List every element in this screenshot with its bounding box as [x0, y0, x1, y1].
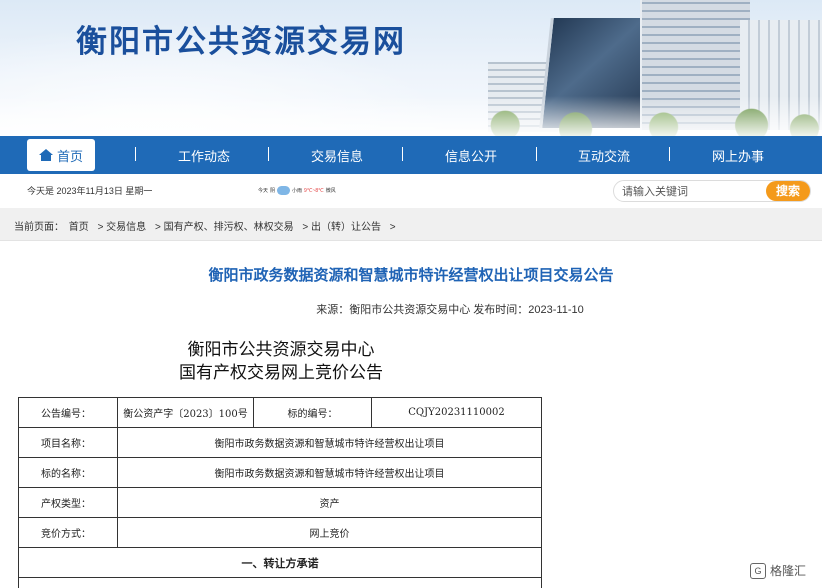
site-title: 衡阳市公共资源交易网 [76, 24, 406, 60]
nav-separator [669, 147, 670, 161]
breadcrumb-bar: 当前页面： 首页 > 交易信息 > 国有产权、排污权、林权交易 > 出（转）让公… [0, 208, 822, 241]
watermark: G 格隆汇 [746, 560, 811, 581]
table-row: 项目名称： 衡阳市政务数据资源和智慧城市特许经营权出让项目 [18, 427, 542, 458]
article-published: 发布时间：2023-11-10 [473, 304, 584, 316]
breadcrumb-prefix: 当前页面： [14, 222, 64, 233]
table-value: 网上竞价 [117, 517, 542, 548]
article-title: 衡阳市政务数据资源和智慧城市特许经营权出让项目交易公告 [208, 267, 614, 284]
search-input[interactable] [622, 184, 762, 199]
breadcrumb-home[interactable]: 首页 [69, 222, 89, 233]
document-heading-line2: 国有产权交易网上竞价公告 [179, 363, 383, 383]
weather-temp: 9℃~8℃ [304, 187, 324, 194]
nav-item-online-service[interactable]: 网上办事 [712, 146, 764, 165]
article-source: 来源：衡阳市公共资源交易中心 [316, 304, 471, 316]
search-button[interactable]: 搜索 [766, 181, 810, 201]
table-row [18, 577, 542, 588]
table-value: 衡公资产字〔2023〕100号 [117, 397, 254, 428]
nav-home[interactable]: 首页 [27, 139, 95, 171]
table-cell-empty [18, 577, 542, 588]
notice-info-table: 公告编号： 衡公资产字〔2023〕100号 标的编号： CQJY20231110… [18, 397, 542, 588]
nav-item-interaction[interactable]: 互动交流 [578, 146, 630, 165]
table-row: 公告编号： 衡公资产字〔2023〕100号 标的编号： CQJY20231110… [18, 397, 542, 428]
weather-widget: 今天 阴 小雨 9℃~8℃ 微风 [258, 186, 336, 195]
watermark-logo-icon: G [750, 562, 766, 579]
breadcrumb-end: > [389, 222, 396, 233]
breadcrumb-trade-info[interactable]: > 交易信息 [98, 222, 147, 233]
table-value: 资产 [117, 487, 542, 518]
nav-separator [536, 147, 537, 161]
nav-separator [402, 147, 403, 161]
table-row: 标的名称： 衡阳市政务数据资源和智慧城市特许经营权出让项目 [18, 457, 542, 488]
nav-item-info-disclosure[interactable]: 信息公开 [445, 146, 497, 165]
table-label: 标的编号： [253, 397, 372, 428]
table-value: CQJY20231110002 [371, 397, 542, 428]
nav-home-label: 首页 [56, 148, 83, 164]
weather-day: 今天 [258, 188, 269, 194]
current-date: 今天是 2023年11月13日 星期一 [27, 186, 153, 196]
site-banner: 衡阳市公共资源交易网 [0, 0, 822, 136]
home-icon [38, 149, 53, 161]
table-label: 产权类型： [18, 487, 118, 518]
table-value: 衡阳市政务数据资源和智慧城市特许经营权出让项目 [117, 427, 542, 458]
table-label: 公告编号： [18, 397, 118, 428]
cloud-icon [277, 186, 291, 195]
document-heading-line1: 衡阳市公共资源交易中心 [187, 340, 375, 360]
weather-condition: 阴 [270, 188, 276, 194]
table-row: 竞价方式： 网上竞价 [18, 517, 542, 548]
table-label: 竞价方式： [18, 517, 118, 548]
table-section-heading: 一、转让方承诺 [18, 547, 542, 578]
breadcrumb-transfer-notice[interactable]: > 出（转）让公告 [302, 222, 381, 233]
watermark-text: 格隆汇 [770, 564, 807, 578]
nav-item-work-news[interactable]: 工作动态 [178, 146, 230, 165]
table-label: 标的名称： [18, 457, 118, 488]
weather-extra: 小雨 [292, 188, 303, 194]
breadcrumb-state-assets[interactable]: > 国有产权、排污权、林权交易 [155, 222, 294, 233]
table-section-row: 一、转让方承诺 [18, 547, 542, 578]
nav-separator [268, 147, 269, 161]
table-value: 衡阳市政务数据资源和智慧城市特许经营权出让项目 [117, 457, 542, 488]
nav-item-trade-info[interactable]: 交易信息 [311, 146, 363, 165]
banner-clouds [0, 96, 822, 136]
document-heading: 衡阳市公共资源交易中心 国有产权交易网上竞价公告 [118, 339, 444, 385]
table-label: 项目名称： [18, 427, 118, 458]
main-nav: 首页 工作动态 交易信息 信息公开 互动交流 网上办事 [0, 136, 822, 174]
breadcrumb: 当前页面： 首页 > 交易信息 > 国有产权、排污权、林权交易 > 出（转）让公… [14, 218, 402, 233]
weather-wind: 微风 [325, 188, 336, 194]
table-row: 产权类型： 资产 [18, 487, 542, 518]
article-meta: 来源：衡阳市公共资源交易中心 发布时间：2023-11-10 [0, 301, 822, 317]
nav-separator [135, 147, 136, 161]
